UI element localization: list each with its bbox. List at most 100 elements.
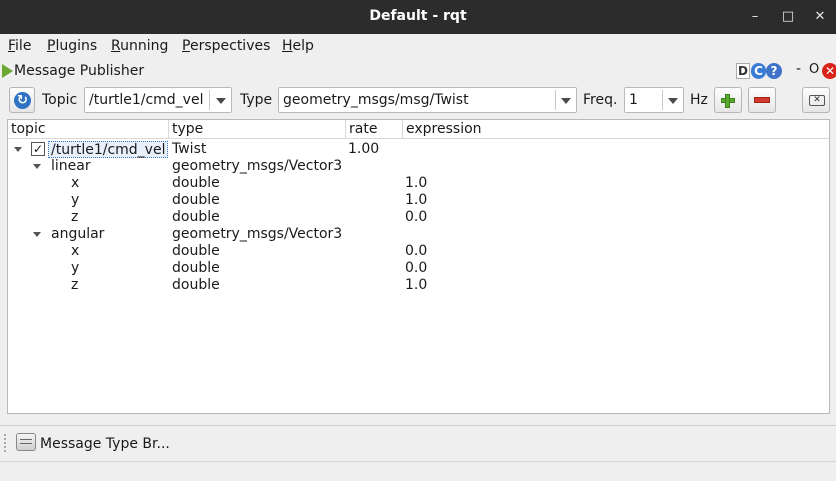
status-bar bbox=[0, 461, 836, 481]
menu-plugins[interactable]: Plugins bbox=[47, 38, 97, 54]
freq-spinbox-value: 1 bbox=[629, 92, 638, 108]
tree-row-expression[interactable]: 1.0 bbox=[405, 277, 427, 294]
minimize-plugin-button[interactable]: - bbox=[796, 61, 801, 77]
expand-arrow-icon[interactable] bbox=[14, 147, 22, 152]
menu-perspectives[interactable]: Perspectives bbox=[182, 38, 270, 54]
message-browser-icon bbox=[16, 433, 36, 451]
tree-row[interactable]: y double 1.0 bbox=[8, 192, 829, 209]
reload-plugin-button[interactable]: C bbox=[751, 63, 766, 79]
tree-row-expression[interactable]: 0.0 bbox=[405, 243, 427, 260]
tree-row-rate[interactable]: 1.00 bbox=[348, 141, 379, 158]
tree-row-expression[interactable]: 1.0 bbox=[405, 175, 427, 192]
close-plugin-button[interactable]: ✕ bbox=[822, 63, 836, 79]
type-label: Type bbox=[240, 92, 273, 108]
tree-row-type: double bbox=[172, 175, 220, 191]
tree-row-type: double bbox=[172, 209, 220, 225]
menu-help[interactable]: Help bbox=[282, 38, 314, 54]
tree-row-type: Twist bbox=[172, 141, 207, 157]
clear-icon: ✕ bbox=[809, 95, 825, 106]
topic-label: Topic bbox=[42, 92, 78, 108]
tree-row[interactable]: x double 1.0 bbox=[8, 175, 829, 192]
tree-row-topic: linear bbox=[51, 158, 91, 174]
menu-running-mnemonic: R bbox=[111, 38, 121, 54]
freq-spinbox[interactable]: 1 bbox=[624, 87, 684, 113]
publish-checkbox[interactable]: ✓ bbox=[31, 142, 45, 156]
tree-row-type: geometry_msgs/Vector3 bbox=[172, 158, 343, 174]
refresh-button[interactable]: ↻ bbox=[9, 87, 35, 113]
refresh-icon: ↻ bbox=[14, 92, 31, 109]
column-header-topic[interactable]: topic bbox=[8, 120, 169, 139]
minus-icon bbox=[754, 97, 770, 103]
tree-row-expression[interactable]: 0.0 bbox=[405, 260, 427, 277]
topic-combobox-value: /turtle1/cmd_vel bbox=[89, 92, 204, 108]
tree-row-topic: z bbox=[71, 277, 79, 293]
menu-bar: File Plugins Running Perspectives Help bbox=[0, 34, 836, 59]
tree-row[interactable]: x double 0.0 bbox=[8, 243, 829, 260]
tree-row-expression[interactable]: 0.0 bbox=[405, 209, 427, 226]
minimize-window-button[interactable]: – bbox=[745, 7, 765, 27]
tree-row[interactable]: angular geometry_msgs/Vector3 bbox=[8, 226, 829, 243]
publisher-tree[interactable]: topic type rate expression ✓ /turtle1/cm… bbox=[7, 119, 830, 414]
tree-row[interactable]: z double 0.0 bbox=[8, 209, 829, 226]
menu-help-mnemonic: H bbox=[282, 38, 293, 54]
float-plugin-button[interactable]: O bbox=[809, 62, 819, 78]
menu-perspectives-label: erspectives bbox=[189, 38, 271, 54]
tree-row[interactable]: z double 1.0 bbox=[8, 277, 829, 294]
maximize-window-button[interactable]: □ bbox=[778, 7, 798, 27]
column-header-rate[interactable]: rate bbox=[346, 120, 403, 139]
chevron-down-icon[interactable] bbox=[561, 98, 571, 104]
message-type-browser-dock[interactable]: Message Type Br... bbox=[0, 428, 836, 460]
tree-row-topic[interactable]: /turtle1/cmd_vel bbox=[48, 141, 169, 158]
menu-running[interactable]: Running bbox=[111, 38, 168, 54]
chevron-down-icon[interactable] bbox=[668, 98, 678, 104]
close-window-button[interactable]: ✕ bbox=[810, 7, 830, 27]
publisher-toolbar: ↻ Topic /turtle1/cmd_vel Type geometry_m… bbox=[0, 84, 836, 116]
tree-row-topic: x bbox=[71, 175, 80, 191]
type-combobox-separator bbox=[555, 90, 556, 110]
menu-file-mnemonic: F bbox=[8, 38, 16, 54]
drag-handle-icon[interactable] bbox=[4, 434, 10, 452]
tree-row-expression[interactable]: 1.0 bbox=[405, 192, 427, 209]
column-header-type[interactable]: type bbox=[169, 120, 346, 139]
dock-label[interactable]: Message Type Br... bbox=[40, 436, 170, 452]
topic-combobox-separator bbox=[209, 90, 210, 110]
window-title: Default - rqt bbox=[369, 8, 467, 24]
expand-arrow-icon[interactable] bbox=[33, 164, 41, 169]
tree-row-type: double bbox=[172, 243, 220, 259]
tree-row-topic: x bbox=[71, 243, 80, 259]
dock-separator bbox=[0, 425, 836, 426]
tree-row-topic: y bbox=[71, 192, 80, 208]
freq-label: Freq. bbox=[583, 92, 618, 108]
menu-plugins-label: lugins bbox=[55, 38, 98, 54]
tree-row[interactable]: y double 0.0 bbox=[8, 260, 829, 277]
tree-row-type: double bbox=[172, 260, 220, 276]
column-header-expression[interactable]: expression bbox=[403, 120, 829, 139]
menu-running-label: unning bbox=[120, 38, 169, 54]
tree-row-topic: z bbox=[71, 209, 79, 225]
tree-row-type: double bbox=[172, 277, 220, 293]
tree-row-topic: y bbox=[71, 260, 80, 276]
plugin-collapse-arrow-icon[interactable] bbox=[2, 64, 13, 78]
plugin-title-bar: Message Publisher D C ? - O ✕ bbox=[0, 59, 836, 84]
expand-arrow-icon[interactable] bbox=[33, 232, 41, 237]
menu-perspectives-mnemonic: P bbox=[182, 38, 190, 54]
help-icon[interactable]: ? bbox=[766, 63, 782, 79]
type-combobox-value: geometry_msgs/msg/Twist bbox=[283, 92, 469, 108]
clear-publishers-button[interactable]: ✕ bbox=[802, 87, 830, 113]
dock-toggle-button[interactable]: D bbox=[736, 63, 750, 79]
remove-publisher-button[interactable] bbox=[748, 87, 776, 113]
tree-row[interactable]: ✓ /turtle1/cmd_vel Twist 1.00 bbox=[8, 141, 829, 158]
menu-file[interactable]: File bbox=[8, 38, 31, 54]
window-titlebar[interactable]: Default - rqt – □ ✕ bbox=[0, 0, 836, 34]
tree-row[interactable]: linear geometry_msgs/Vector3 bbox=[8, 158, 829, 175]
topic-combobox[interactable]: /turtle1/cmd_vel bbox=[84, 87, 232, 113]
type-combobox[interactable]: geometry_msgs/msg/Twist bbox=[278, 87, 577, 113]
menu-help-label: elp bbox=[292, 38, 314, 54]
tree-row-type: double bbox=[172, 192, 220, 208]
chevron-down-icon[interactable] bbox=[216, 98, 226, 104]
tree-row-type: geometry_msgs/Vector3 bbox=[172, 226, 343, 242]
add-publisher-button[interactable] bbox=[714, 87, 742, 113]
tree-row-topic: angular bbox=[51, 226, 105, 242]
plugin-title: Message Publisher bbox=[14, 63, 145, 79]
tree-header: topic type rate expression bbox=[8, 120, 829, 139]
